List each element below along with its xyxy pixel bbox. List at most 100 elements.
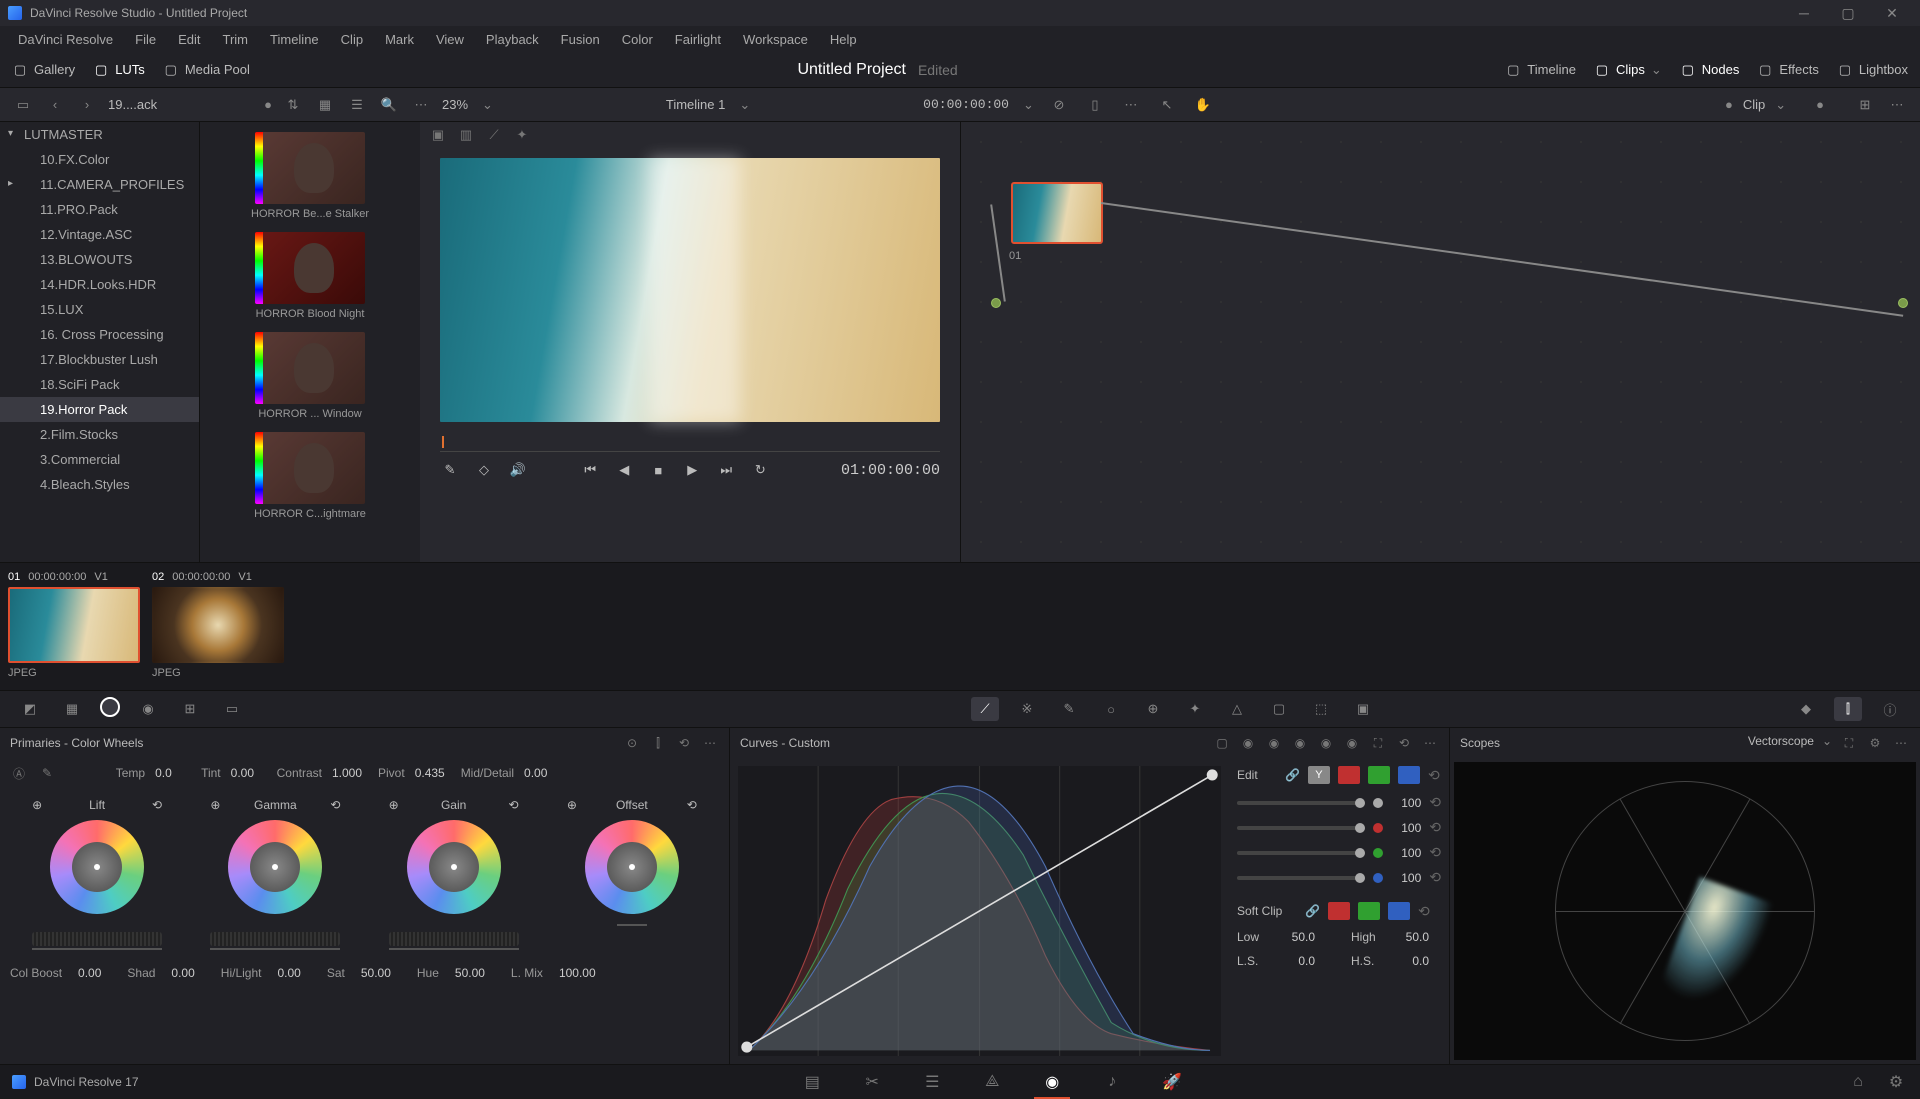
softclip-b[interactable] bbox=[1388, 902, 1410, 920]
folder-12-vintage-asc[interactable]: 12.Vintage.ASC bbox=[0, 222, 199, 247]
channel-g[interactable] bbox=[1368, 766, 1390, 784]
color-page-icon[interactable]: ◉ bbox=[1040, 1072, 1064, 1092]
3d-icon[interactable]: ▣ bbox=[1349, 697, 1377, 721]
softclip-g[interactable] bbox=[1358, 902, 1380, 920]
auto-balance-icon[interactable]: ✎ bbox=[38, 764, 56, 782]
folder-lutmaster[interactable]: ▾LUTMASTER bbox=[0, 122, 199, 147]
fusion-page-icon[interactable]: ⟁ bbox=[980, 1072, 1004, 1092]
channel-r[interactable] bbox=[1338, 766, 1360, 784]
reset-icon[interactable]: ⟲ bbox=[1429, 844, 1441, 861]
pointer-icon[interactable]: ↖ bbox=[1156, 94, 1178, 116]
settings-icon[interactable]: ⚙ bbox=[1866, 734, 1884, 752]
picker-icon[interactable]: ⊕ bbox=[567, 798, 577, 812]
gain-master[interactable] bbox=[389, 932, 519, 946]
folder-17-blockbuster-lush[interactable]: 17.Blockbuster Lush bbox=[0, 347, 199, 372]
menu-workspace[interactable]: Workspace bbox=[733, 28, 818, 51]
menu-help[interactable]: Help bbox=[820, 28, 867, 51]
temp-value[interactable]: 0.0 bbox=[155, 766, 191, 780]
maximize-button[interactable]: ▢ bbox=[1828, 3, 1868, 23]
mute-icon[interactable]: 🔊 bbox=[508, 460, 528, 480]
link-icon[interactable]: 🔗 bbox=[1285, 768, 1300, 782]
more-icon[interactable]: ⋯ bbox=[701, 734, 719, 752]
channel-slider[interactable] bbox=[1237, 826, 1365, 830]
lut-thumb[interactable] bbox=[255, 232, 365, 304]
menu-trim[interactable]: Trim bbox=[213, 28, 259, 51]
breadcrumb[interactable]: 19....ack bbox=[108, 97, 157, 112]
menu-clip[interactable]: Clip bbox=[331, 28, 373, 51]
softclip-r[interactable] bbox=[1328, 902, 1350, 920]
sizing-icon[interactable]: ⬚ bbox=[1307, 697, 1335, 721]
channel-b[interactable] bbox=[1398, 766, 1420, 784]
more-icon[interactable]: ⋯ bbox=[1886, 94, 1908, 116]
rgb-mixer-icon[interactable]: ⊞ bbox=[176, 697, 204, 721]
key-icon[interactable]: ▢ bbox=[1265, 697, 1293, 721]
more-icon[interactable]: ⋯ bbox=[410, 94, 432, 116]
node-output-icon[interactable] bbox=[1898, 298, 1908, 308]
grid-view-icon[interactable]: ▦ bbox=[314, 94, 336, 116]
loop-icon[interactable]: ↻ bbox=[750, 460, 770, 480]
curve-graph[interactable] bbox=[738, 766, 1221, 1056]
info-icon[interactable]: ⓘ bbox=[1876, 697, 1904, 721]
color-node[interactable] bbox=[1011, 182, 1103, 244]
folder-10-fx-color[interactable]: 10.FX.Color bbox=[0, 147, 199, 172]
mode-1-icon[interactable]: ▢ bbox=[1213, 734, 1231, 752]
folder-14-hdr-looks-hdr[interactable]: 14.HDR.Looks.HDR bbox=[0, 272, 199, 297]
channel-value[interactable]: 100 bbox=[1391, 871, 1421, 885]
menu-fusion[interactable]: Fusion bbox=[551, 28, 610, 51]
tint-value[interactable]: 0.00 bbox=[231, 766, 267, 780]
clip-thumb-01[interactable] bbox=[8, 587, 140, 663]
expand-icon[interactable]: ⊞ bbox=[1854, 94, 1876, 116]
home-icon[interactable]: ⌂ bbox=[1846, 1072, 1870, 1092]
menu-edit[interactable]: Edit bbox=[168, 28, 210, 51]
channel-value[interactable]: 100 bbox=[1391, 821, 1421, 835]
sidebar-toggle-icon[interactable]: ▭ bbox=[12, 94, 34, 116]
menu-color[interactable]: Color bbox=[612, 28, 663, 51]
curves-icon[interactable]: ⟋ bbox=[971, 697, 999, 721]
folder-16-cross-processing[interactable]: 16. Cross Processing bbox=[0, 322, 199, 347]
sat-value[interactable]: 50.00 bbox=[361, 966, 391, 980]
middetail-value[interactable]: 0.00 bbox=[524, 766, 560, 780]
lmix-value[interactable]: 100.00 bbox=[559, 966, 596, 980]
qualifier-icon[interactable]: ✎ bbox=[1055, 697, 1083, 721]
timeline-name[interactable]: Timeline 1 bbox=[666, 97, 725, 112]
reverse-play-icon[interactable]: ◀ bbox=[614, 460, 634, 480]
split-icon[interactable]: ▥ bbox=[456, 126, 476, 144]
folder-4-bleach-styles[interactable]: 4.Bleach.Styles bbox=[0, 472, 199, 497]
picker-icon[interactable]: ⊕ bbox=[32, 798, 42, 812]
tracker-icon[interactable]: ⊕ bbox=[1139, 697, 1167, 721]
expand-icon[interactable]: ⛶ bbox=[1840, 734, 1858, 752]
reset-icon[interactable]: ⟲ bbox=[152, 798, 162, 812]
next-clip-icon[interactable]: ⏭ bbox=[716, 460, 736, 480]
search-icon[interactable]: 🔍 bbox=[378, 94, 400, 116]
prev-clip-icon[interactable]: ⏮ bbox=[580, 460, 600, 480]
folder-13-blowouts[interactable]: 13.BLOWOUTS bbox=[0, 247, 199, 272]
gamma-wheel[interactable] bbox=[228, 820, 322, 914]
timecode[interactable]: 00:00:00:00 bbox=[923, 97, 1009, 112]
settings-icon[interactable]: ⚙ bbox=[1884, 1072, 1908, 1092]
deliver-page-icon[interactable]: 🚀 bbox=[1160, 1072, 1184, 1092]
reset-icon[interactable]: ⟲ bbox=[1429, 794, 1441, 811]
reset-icon[interactable]: ⟲ bbox=[1395, 734, 1413, 752]
luts-tab[interactable]: ▢LUTs bbox=[93, 62, 145, 77]
offset-wheel[interactable] bbox=[585, 820, 679, 914]
timeline-tab[interactable]: ▢Timeline bbox=[1505, 62, 1576, 77]
hs-value[interactable]: 0.0 bbox=[1399, 954, 1429, 968]
high-value[interactable]: 50.0 bbox=[1399, 930, 1429, 944]
menu-fairlight[interactable]: Fairlight bbox=[665, 28, 731, 51]
gain-wheel[interactable] bbox=[407, 820, 501, 914]
channel-slider[interactable] bbox=[1237, 801, 1365, 805]
lift-values[interactable] bbox=[12, 922, 182, 950]
play-icon[interactable]: ▶ bbox=[682, 460, 702, 480]
zoom-percent[interactable]: 23% bbox=[442, 97, 468, 112]
menu-davinci-resolve[interactable]: DaVinci Resolve bbox=[8, 28, 123, 51]
offset-master[interactable] bbox=[617, 922, 647, 926]
bars-icon[interactable]: ⫿ bbox=[649, 734, 667, 752]
warper-icon[interactable]: ※ bbox=[1013, 697, 1041, 721]
menu-file[interactable]: File bbox=[125, 28, 166, 51]
mode-4-icon[interactable]: ◉ bbox=[1291, 734, 1309, 752]
hilight-value[interactable]: 0.00 bbox=[277, 966, 300, 980]
edit-page-icon[interactable]: ☰ bbox=[920, 1072, 944, 1092]
clip-thumb-02[interactable] bbox=[152, 587, 284, 663]
folder-18-scifi-pack[interactable]: 18.SciFi Pack bbox=[0, 372, 199, 397]
wand-icon[interactable]: ✦ bbox=[512, 126, 532, 144]
